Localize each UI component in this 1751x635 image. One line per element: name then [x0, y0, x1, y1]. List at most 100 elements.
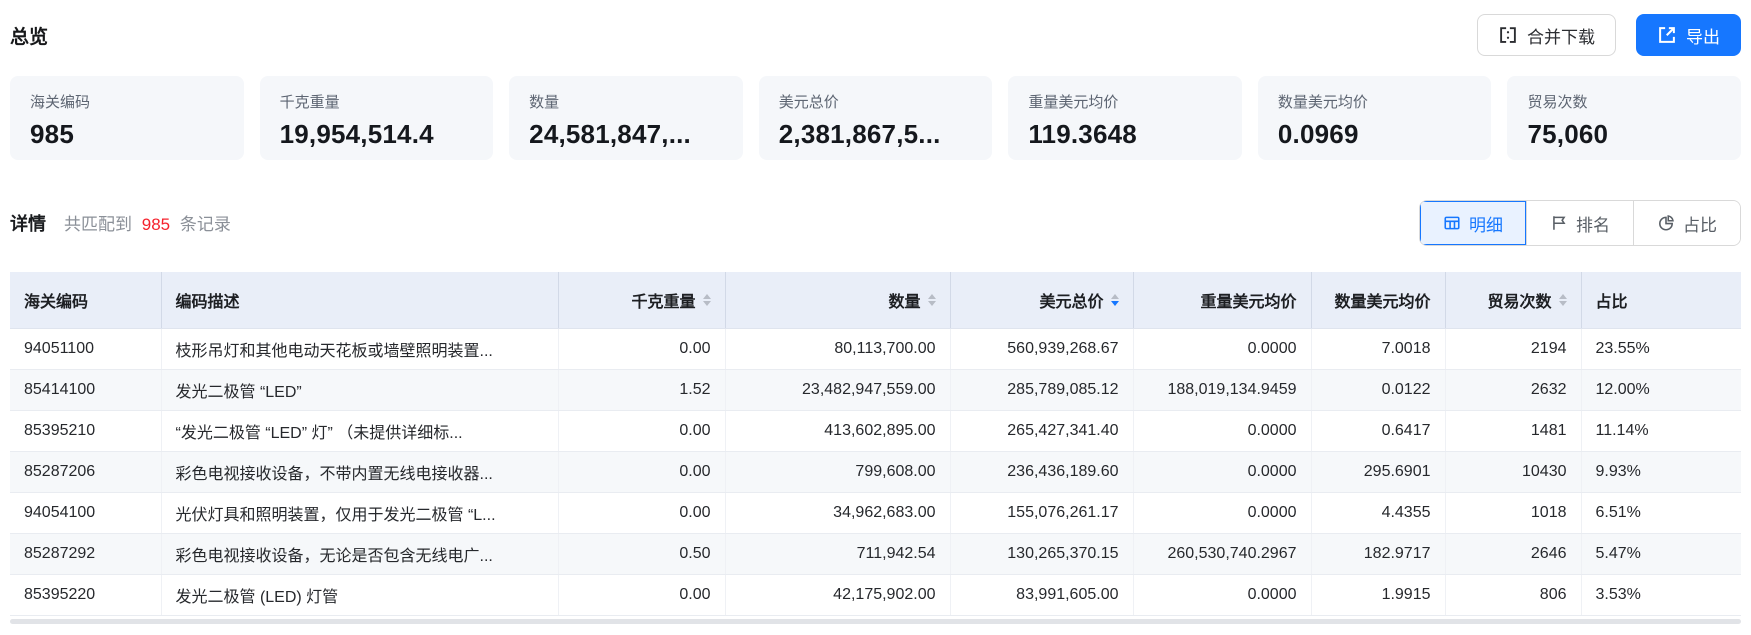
column-header-编码描述: 编码描述 [161, 272, 558, 328]
pie-icon [1657, 214, 1675, 232]
table-cell: 0.0000 [1133, 574, 1311, 615]
summary-card-label: 贸易次数 [1527, 91, 1721, 112]
table-cell: 0.0000 [1133, 451, 1311, 492]
tab-label: 占比 [1683, 211, 1717, 236]
table-cell: 1481 [1445, 410, 1581, 451]
table-cell: 0.50 [558, 533, 725, 574]
column-header-美元总价[interactable]: 美元总价 [950, 272, 1133, 328]
table-row[interactable]: 85395220发光二极管 (LED) 灯管0.0042,175,902.008… [10, 574, 1741, 615]
table-cell: 80,113,700.00 [725, 328, 950, 369]
table-cell: 295.6901 [1311, 451, 1445, 492]
column-header-inner: 重量美元均价 [1148, 288, 1297, 312]
table-cell: 0.00 [558, 328, 725, 369]
table-cell: 0.6417 [1311, 410, 1445, 451]
table-row[interactable]: 85414100发光二极管 “LED”1.5223,482,947,559.00… [10, 369, 1741, 410]
summary-card-value: 19,954,514.4 [280, 119, 474, 150]
tab-明细[interactable]: 明细 [1420, 201, 1526, 245]
export-button[interactable]: 导出 [1636, 14, 1741, 56]
table-cell: 711,942.54 [725, 533, 950, 574]
summary-card-label: 海关编码 [30, 91, 224, 112]
table-row[interactable]: 94051100枝形吊灯和其他电动天花板或墙壁照明装置...0.0080,113… [10, 328, 1741, 369]
table-cell: 560,939,268.67 [950, 328, 1133, 369]
column-header-inner: 千克重量 [573, 288, 711, 312]
table-cell: 188,019,134.9459 [1133, 369, 1311, 410]
table-cell: 2194 [1445, 328, 1581, 369]
merge-download-label: 合并下载 [1527, 23, 1595, 48]
tab-占比[interactable]: 占比 [1633, 201, 1740, 245]
table-header-row: 海关编码编码描述 千克重量 数量 美元总价 重量美元均价 数量美元均价 贸易次数 占比 [10, 272, 1741, 328]
summary-card: 千克重量19,954,514.4 [260, 76, 494, 160]
table-row[interactable]: 85287292彩色电视接收设备，无论是否包含无线电广...0.50711,94… [10, 533, 1741, 574]
column-label: 占比 [1596, 288, 1628, 312]
merge-download-button[interactable]: 合并下载 [1477, 14, 1616, 56]
details-bar: 详情 共匹配到 985 条记录 明细排名占比 [10, 200, 1741, 246]
summary-card: 贸易次数75,060 [1507, 76, 1741, 160]
table-cell: 0.00 [558, 492, 725, 533]
table-icon [1443, 214, 1461, 232]
table-cell: 1.52 [558, 369, 725, 410]
page-title: 总览 [10, 22, 48, 49]
table-cell: 85414100 [10, 369, 161, 410]
table-cell: 285,789,085.12 [950, 369, 1133, 410]
table-cell: 23,482,947,559.00 [725, 369, 950, 410]
table-cell: 94054100 [10, 492, 161, 533]
ranking-icon [1550, 214, 1568, 232]
table-cell: 2632 [1445, 369, 1581, 410]
table-cell: 彩色电视接收设备，不带内置无线电接收器... [161, 451, 558, 492]
summary-card-label: 重量美元均价 [1028, 91, 1222, 112]
table-cell: 413,602,895.00 [725, 410, 950, 451]
sort-icon[interactable] [1559, 294, 1567, 306]
column-header-inner: 占比 [1596, 288, 1728, 312]
table-cell: 85395210 [10, 410, 161, 451]
table-cell: 42,175,902.00 [725, 574, 950, 615]
table-cell: 12.00% [1581, 369, 1741, 410]
sort-icon[interactable] [1111, 294, 1119, 306]
column-header-inner: 美元总价 [965, 288, 1119, 312]
table-row[interactable]: 94054100光伏灯具和照明装置，仅用于发光二极管 “L...0.0034,9… [10, 492, 1741, 533]
column-label: 贸易次数 [1487, 288, 1551, 312]
summary-card-label: 数量美元均价 [1278, 91, 1472, 112]
table-cell: 806 [1445, 574, 1581, 615]
column-header-海关编码: 海关编码 [10, 272, 161, 328]
summary-card: 数量24,581,847,... [509, 76, 743, 160]
tab-label: 明细 [1469, 211, 1503, 236]
table-cell: 85395220 [10, 574, 161, 615]
table-cell: 1018 [1445, 492, 1581, 533]
matched-prefix: 共匹配到 [64, 215, 132, 234]
summary-card: 数量美元均价0.0969 [1258, 76, 1492, 160]
matched-suffix: 条记录 [180, 215, 231, 234]
column-header-数量[interactable]: 数量 [725, 272, 950, 328]
column-header-inner: 数量美元均价 [1326, 288, 1431, 312]
summary-card: 美元总价2,381,867,5... [759, 76, 993, 160]
column-label: 美元总价 [1039, 288, 1103, 312]
table-row[interactable]: 85395210“发光二极管 “LED” 灯” （未提供详细标...0.0041… [10, 410, 1741, 451]
tab-排名[interactable]: 排名 [1526, 201, 1633, 245]
table-cell: 0.0000 [1133, 328, 1311, 369]
table-cell: 83,991,605.00 [950, 574, 1133, 615]
table-cell: 799,608.00 [725, 451, 950, 492]
column-header-inner: 数量 [740, 288, 936, 312]
column-header-千克重量[interactable]: 千克重量 [558, 272, 725, 328]
topbar-actions: 合并下载 导出 [1477, 14, 1741, 56]
summary-card-value: 119.3648 [1028, 119, 1222, 150]
sort-icon[interactable] [703, 294, 711, 306]
table-body: 94051100枝形吊灯和其他电动天花板或墙壁照明装置...0.0080,113… [10, 328, 1741, 615]
table-cell: 260,530,740.2967 [1133, 533, 1311, 574]
tab-label: 排名 [1576, 211, 1610, 236]
summary-card: 重量美元均价 119.3648 [1008, 76, 1242, 160]
column-label: 数量 [888, 288, 920, 312]
horizontal-scrollbar[interactable] [10, 619, 1741, 624]
column-label: 千克重量 [631, 288, 695, 312]
summary-cards: 海关编码985千克重量19,954,514.4数量24,581,847,...美… [10, 76, 1741, 160]
table-cell: 0.0122 [1311, 369, 1445, 410]
table-cell: 34,962,683.00 [725, 492, 950, 533]
table-row[interactable]: 85287206彩色电视接收设备，不带内置无线电接收器...0.00799,60… [10, 451, 1741, 492]
column-header-重量美元均价: 重量美元均价 [1133, 272, 1311, 328]
column-header-贸易次数[interactable]: 贸易次数 [1445, 272, 1581, 328]
summary-card-label: 美元总价 [779, 91, 973, 112]
table-cell: 0.00 [558, 410, 725, 451]
sort-icon[interactable] [928, 294, 936, 306]
table-cell: 0.00 [558, 574, 725, 615]
column-header-inner: 贸易次数 [1460, 288, 1567, 312]
table-cell: 23.55% [1581, 328, 1741, 369]
